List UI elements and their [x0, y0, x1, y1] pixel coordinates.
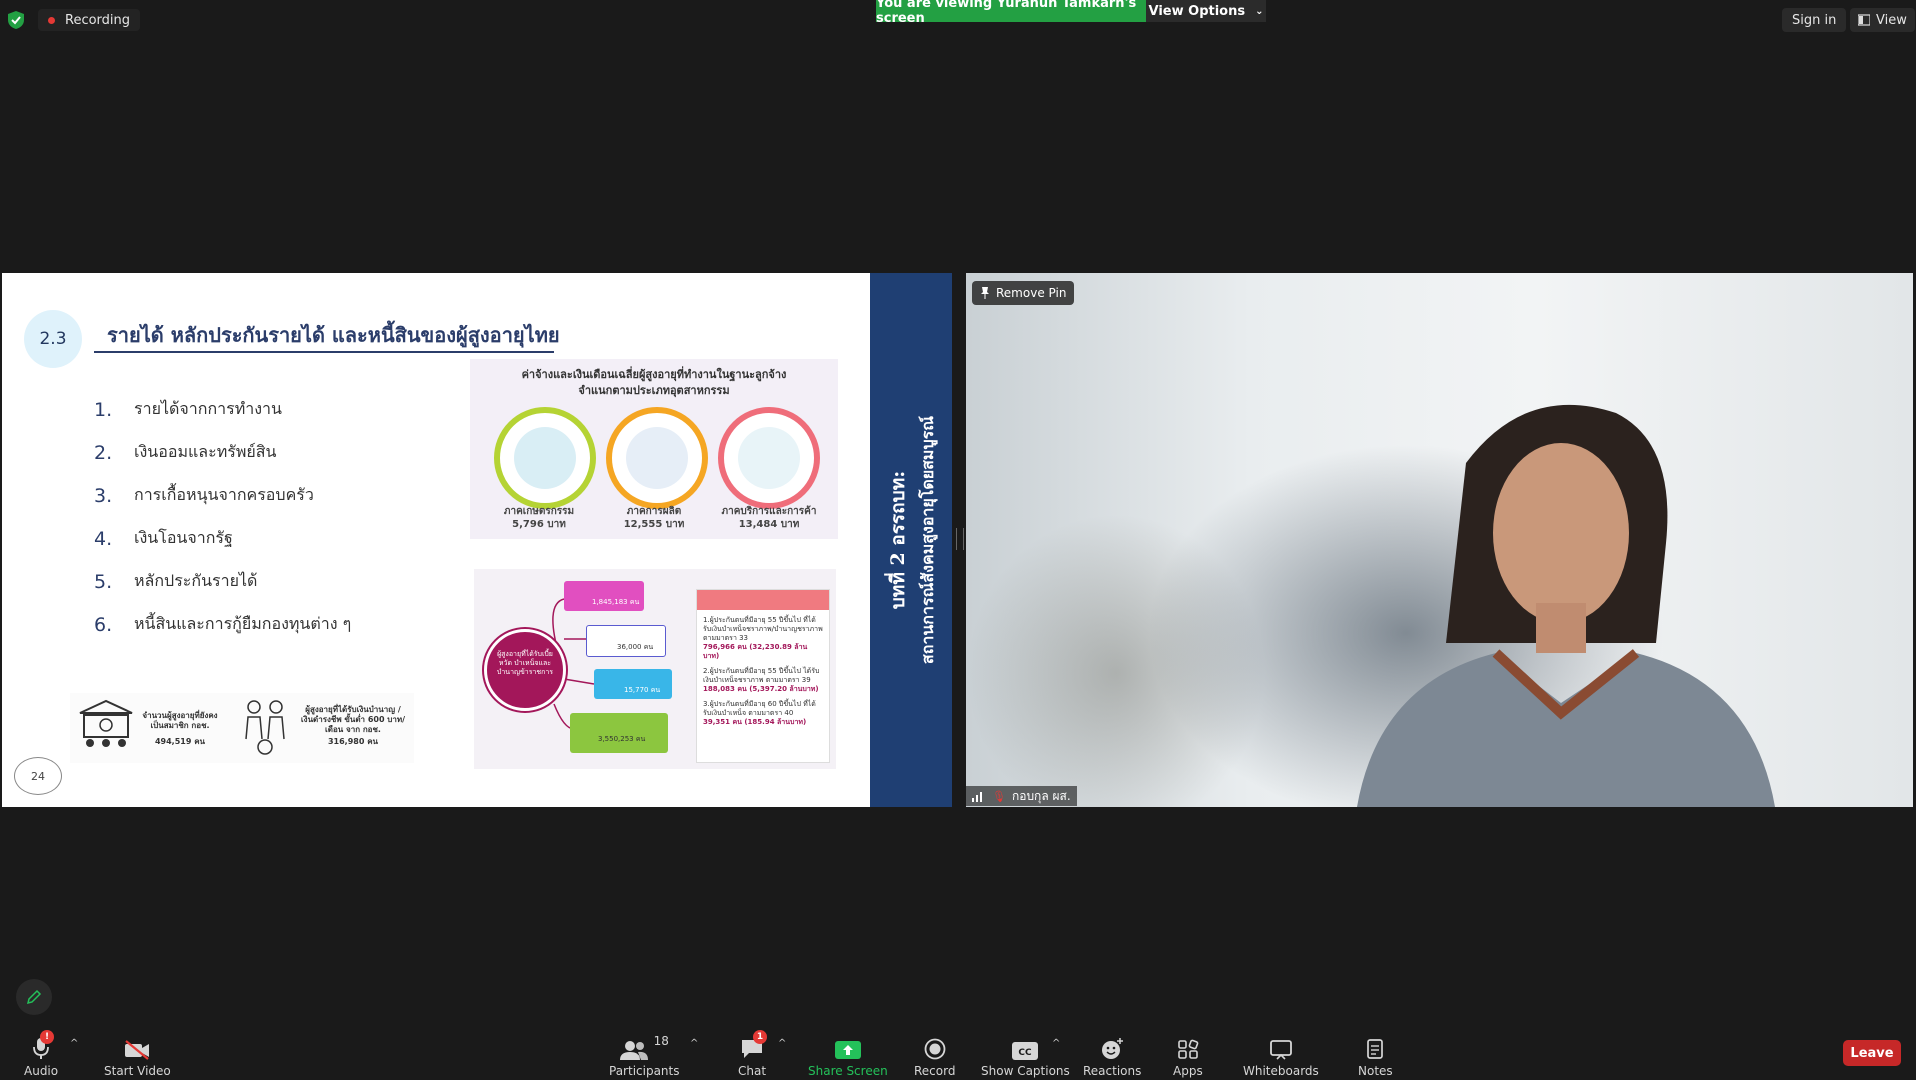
- whiteboard-icon: [1269, 1040, 1292, 1060]
- annotate-pen-button[interactable]: [16, 979, 52, 1015]
- share-screen-icon: [834, 1041, 861, 1059]
- notes-button[interactable]: Notes: [1358, 1034, 1393, 1078]
- services-ring: [718, 407, 820, 509]
- share-screen-button[interactable]: Share Screen: [808, 1034, 888, 1078]
- reactions-label: Reactions: [1083, 1064, 1142, 1078]
- manufacturing-ring: [606, 407, 708, 509]
- apps-button[interactable]: Apps: [1173, 1034, 1203, 1078]
- view-options-label: View Options: [1148, 3, 1246, 19]
- list-item: 2. เงินออมและทรัพย์สิน: [94, 441, 277, 464]
- list-item: 4. เงินโอนจากรัฐ: [94, 527, 233, 550]
- captions-options-caret[interactable]: ^: [1052, 1038, 1060, 1049]
- chapter-subtitle: สถานการณ์สังคมสูงอายุโดยสมบูรณ์: [918, 415, 937, 665]
- agriculture-ring: [494, 407, 596, 509]
- fund-members-strip: จำนวนผู้สูงอายุที่ยังคงเป็นสมาชิก กอช. 4…: [70, 693, 414, 763]
- participants-icon: [619, 1041, 648, 1060]
- participants-button[interactable]: 18 Participants: [609, 1034, 680, 1078]
- speaker-figure: [1357, 404, 1775, 807]
- view-button[interactable]: View: [1850, 8, 1915, 32]
- list-item: 5. หลักประกันรายได้: [94, 570, 258, 593]
- recording-indicator[interactable]: Recording: [38, 9, 141, 31]
- whiteboards-label: Whiteboards: [1243, 1064, 1319, 1078]
- income-list: 1. รายได้จากการทำงาน 2. เงินออมและทรัพย์สิ…: [94, 388, 351, 646]
- notes-label: Notes: [1358, 1064, 1393, 1078]
- title-underline: [94, 351, 554, 353]
- audio-warning-badge: !: [40, 1030, 54, 1044]
- recording-dot-icon: [48, 16, 55, 24]
- share-screen-label: Share Screen: [808, 1064, 888, 1078]
- slide-title: รายได้ หลักประกันรายได้ และหนี้สินของผู้…: [107, 323, 560, 347]
- recording-label: Recording: [65, 12, 131, 28]
- video-off-icon: [125, 1040, 150, 1060]
- start-video-label: Start Video: [104, 1064, 171, 1078]
- participants-count: 18: [653, 1034, 669, 1048]
- audio-options-caret[interactable]: ^: [70, 1038, 78, 1049]
- section-number: 2.3: [24, 310, 82, 368]
- speaker-name: กอบกุล ผส.: [1011, 788, 1071, 803]
- show-captions-label: Show Captions: [981, 1064, 1070, 1078]
- reactions-button[interactable]: Reactions: [1083, 1034, 1141, 1078]
- pension-infographic: ผู้สูงอายุที่ได้รับเบี้ยหวัด บำเหน็จและบ…: [474, 569, 836, 769]
- pension-box: 36,000 คน: [586, 625, 666, 657]
- chat-unread-badge: 1: [753, 1030, 767, 1044]
- shared-screen: 2.3 รายได้ หลักประกันรายได้ และหนี้สินขอ…: [2, 273, 952, 807]
- fund-members-value: 494,519 คน: [154, 737, 206, 746]
- audio-label: Audio: [24, 1064, 59, 1078]
- list-item: 6. หนี้สินและการกู้ยืมกองทุนต่าง ๆ: [94, 613, 352, 636]
- split-handle[interactable]: [956, 528, 964, 550]
- chat-options-caret[interactable]: ^: [778, 1038, 786, 1049]
- svg-text:CC: CC: [1019, 1048, 1033, 1058]
- record-button[interactable]: Record: [914, 1034, 955, 1078]
- pension-recipients-label: ผู้สูงอายุที่ได้รับเงินบำนาญ / เงินดำรงช…: [300, 705, 406, 734]
- mic-muted-icon: 🎙: [992, 789, 1006, 803]
- participants-label: Participants: [609, 1064, 680, 1078]
- wage-infographic-heading: ค่าจ้างและเงินเดือนเฉลี่ยผู้สูงอายุที่ทำ…: [521, 368, 787, 397]
- sector-caption: ภาคเกษตรกรรม 5,796 บาท: [503, 506, 575, 530]
- record-label: Record: [914, 1064, 956, 1078]
- sign-in-button[interactable]: Sign in: [1782, 8, 1847, 32]
- social-security-panel: 1.ผู้ประกันตนที่มีอายุ 55 ปีขึ้นไป ที่ได…: [696, 589, 830, 763]
- pin-icon: [981, 287, 989, 299]
- chapter-title: บทที่ 2 อรรถบท:: [887, 470, 909, 610]
- pension-box: 3,550,253 คน: [570, 713, 668, 753]
- sector-caption: ภาคการผลิต 12,555 บาท: [623, 506, 685, 530]
- captions-icon: CC: [1012, 1042, 1039, 1060]
- fund-members-label: จำนวนผู้สูงอายุที่ยังคงเป็นสมาชิก กอช.: [142, 711, 218, 730]
- speaker-video[interactable]: [966, 273, 1913, 807]
- record-icon: [924, 1038, 946, 1060]
- apps-icon: [1178, 1039, 1199, 1059]
- signal-icon: [972, 792, 982, 802]
- speaker-name-tag: 🎙 กอบกุล ผส.: [966, 786, 1077, 806]
- apps-label: Apps: [1173, 1064, 1203, 1078]
- view-label: View: [1876, 12, 1907, 28]
- elderly-couple-icon: [245, 700, 285, 755]
- wage-infographic: ค่าจ้างและเงินเดือนเฉลี่ยผู้สูงอายุที่ทำ…: [470, 359, 838, 539]
- list-item: 3. การเกื้อหนุนจากครอบครัว: [94, 484, 314, 507]
- pencil-icon: [26, 989, 42, 1005]
- pension-hub: ผู้สูงอายุที่ได้รับเบี้ยหวัด บำเหน็จและบ…: [484, 629, 566, 711]
- reactions-icon: [1102, 1038, 1124, 1059]
- remove-pin-label: Remove Pin: [996, 286, 1067, 300]
- view-layout-icon: [1858, 14, 1870, 26]
- bank-icon: [79, 699, 133, 747]
- notes-icon: [1367, 1039, 1384, 1059]
- whiteboards-button[interactable]: Whiteboards: [1243, 1034, 1319, 1078]
- leave-button[interactable]: Leave: [1843, 1040, 1901, 1066]
- pension-recipients-value: 316,980 คน: [327, 737, 379, 746]
- pension-box: 15,770 คน: [594, 669, 672, 699]
- list-item: 1. รายได้จากการทำงาน: [94, 398, 282, 421]
- shield-icon: [8, 11, 24, 29]
- chapter-side-banner: บทที่ 2 อรรถบท: สถานการณ์สังคมสูงอายุโดย…: [870, 273, 952, 807]
- sector-caption: ภาคบริการและการค้า 13,484 บาท: [721, 506, 817, 530]
- view-options-button[interactable]: View Options ⌄: [1146, 0, 1266, 22]
- slide-page-number: 24: [14, 757, 62, 795]
- participants-options-caret[interactable]: ^: [690, 1038, 698, 1049]
- pension-box: 1,845,183 คน: [564, 581, 644, 611]
- remove-pin-button[interactable]: Remove Pin: [972, 281, 1075, 305]
- start-video-button[interactable]: Start Video: [104, 1034, 171, 1078]
- chevron-down-icon: ⌄: [1255, 5, 1264, 17]
- chat-label: Chat: [738, 1064, 767, 1078]
- viewing-banner: You are viewing Yuranun Tamkarn's screen: [876, 0, 1146, 26]
